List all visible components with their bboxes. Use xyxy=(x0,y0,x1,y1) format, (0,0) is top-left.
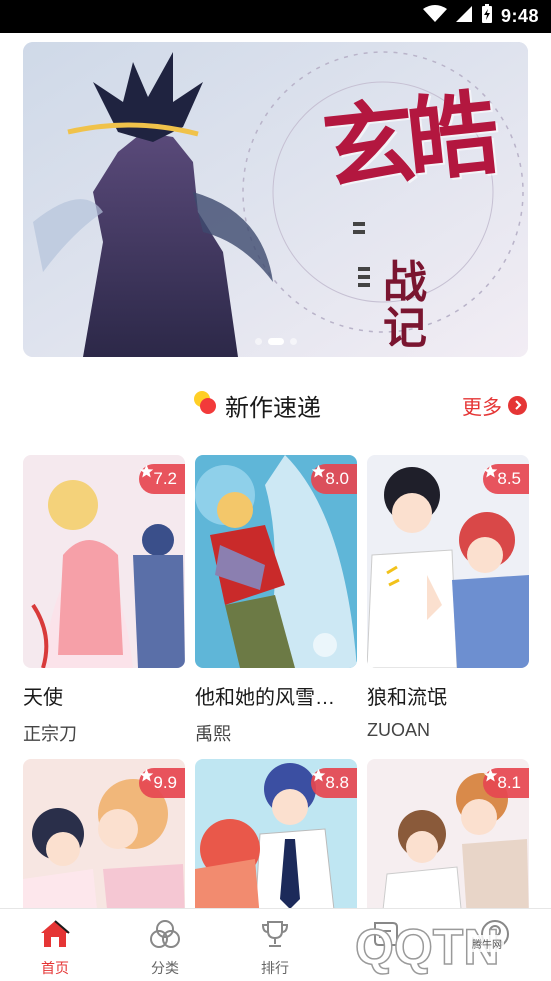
banner-subtitle: 战记 xyxy=(383,258,427,353)
pagination-dot-active xyxy=(268,338,284,345)
status-bar: 9:48 xyxy=(0,0,551,33)
comic-author: ZUOAN xyxy=(367,720,430,740)
wifi-icon xyxy=(422,5,447,28)
nav-ranking-label: 排行 xyxy=(261,960,289,976)
rating-value: 8.8 xyxy=(325,773,349,792)
rating-value: 8.1 xyxy=(497,773,521,792)
comic-card[interactable]: 8.1 xyxy=(367,759,529,919)
comic-title: 狼和流氓 xyxy=(367,687,447,709)
more-button[interactable]: 更多 xyxy=(462,385,527,425)
comic-author: 正宗刀 xyxy=(23,724,77,744)
comic-cover: 7.2 xyxy=(23,455,185,668)
section-badge-icon xyxy=(193,390,217,421)
category-icon xyxy=(149,919,181,954)
rating-badge: 7.2 xyxy=(139,464,185,494)
rating-badge: 8.8 xyxy=(311,768,357,798)
featured-banner[interactable]: 玄皓 战记 xyxy=(23,42,528,357)
comic-author: 禹熙 xyxy=(195,724,231,744)
rating-badge: 8.1 xyxy=(483,768,529,798)
section-title: 新作速递 xyxy=(225,394,321,422)
comic-cover: 8.5 xyxy=(367,455,529,668)
watermark-caption: 腾牛网 xyxy=(470,935,504,952)
comic-title: 他和她的风雪… xyxy=(195,687,335,709)
pagination-dot xyxy=(255,338,262,345)
status-time: 9:48 xyxy=(500,6,539,26)
section-header: 新作速递 更多 xyxy=(0,385,551,425)
nav-ranking[interactable]: 排行 xyxy=(225,909,325,981)
rating-badge: 8.0 xyxy=(311,464,357,494)
nav-category[interactable]: 分类 xyxy=(115,909,215,981)
rating-value: 8.0 xyxy=(325,469,349,488)
rating-value: 7.2 xyxy=(153,469,177,488)
comic-cover: 8.0 xyxy=(195,455,357,668)
signal-icon xyxy=(455,5,473,28)
comic-card[interactable]: 8.0 他和她的风雪… 禹熙 xyxy=(195,455,357,746)
rating-value: 8.5 xyxy=(497,469,521,488)
comic-cover: 8.1 xyxy=(367,759,529,919)
banner-pagination xyxy=(255,338,297,345)
comic-title: 天使 xyxy=(23,687,63,709)
trophy-icon xyxy=(259,919,291,954)
rating-badge: 9.9 xyxy=(139,768,185,798)
comic-card[interactable]: 7.2 天使 正宗刀 xyxy=(23,455,185,746)
comic-cover: 8.8 xyxy=(195,759,357,919)
rating-value: 9.9 xyxy=(153,773,177,792)
nav-home-label: 首页 xyxy=(41,960,69,976)
rating-badge: 8.5 xyxy=(483,464,529,494)
pagination-dot xyxy=(290,338,297,345)
nav-category-label: 分类 xyxy=(151,960,179,976)
nav-home[interactable]: 首页 xyxy=(5,909,105,981)
battery-icon xyxy=(481,4,493,29)
home-icon xyxy=(39,919,71,954)
more-label: 更多 xyxy=(462,396,502,419)
comic-card[interactable]: 8.8 xyxy=(195,759,357,919)
watermark-logo: QQTN xyxy=(345,912,545,978)
comic-cover: 9.9 xyxy=(23,759,185,919)
comic-card[interactable]: 9.9 xyxy=(23,759,185,919)
chevron-right-icon xyxy=(508,395,527,415)
comic-card[interactable]: 8.5 狼和流氓 ZUOAN xyxy=(367,455,529,741)
